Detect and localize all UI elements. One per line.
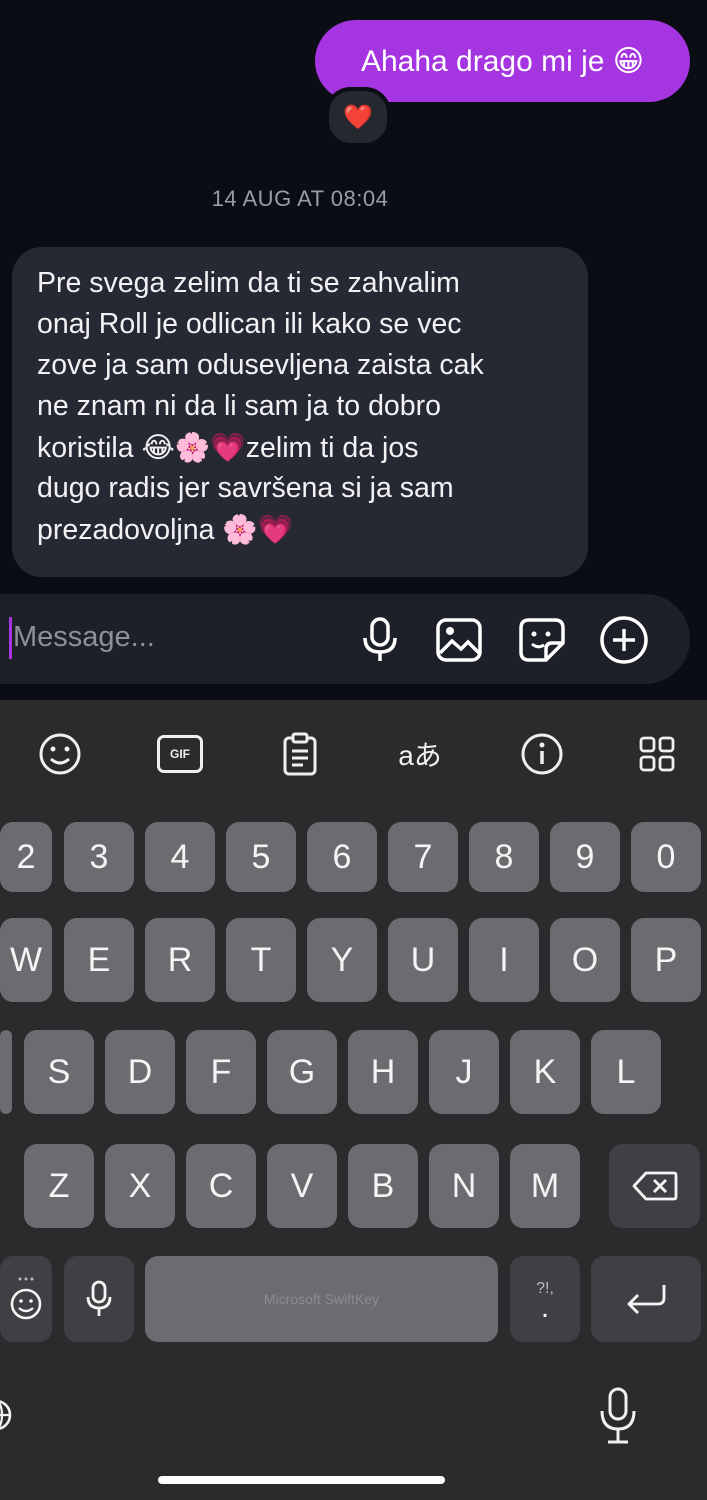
return-key[interactable] — [591, 1256, 701, 1342]
key-m[interactable]: M — [510, 1144, 580, 1228]
info-icon[interactable] — [512, 728, 572, 780]
apps-grid-icon[interactable] — [627, 728, 687, 780]
key-s[interactable]: S — [24, 1030, 94, 1114]
punctuation-key[interactable]: ?!, . — [510, 1256, 580, 1342]
key-l[interactable]: L — [591, 1030, 661, 1114]
key-k[interactable]: K — [510, 1030, 580, 1114]
home-indicator[interactable] — [158, 1476, 445, 1484]
punctuation-key-bottom: . — [540, 1291, 550, 1324]
voice-key[interactable] — [64, 1256, 134, 1342]
message-line: ne znam ni da li sam ja to dobro — [37, 390, 441, 422]
key-a[interactable] — [0, 1030, 12, 1114]
key-y[interactable]: Y — [307, 918, 377, 1002]
key-b[interactable]: B — [348, 1144, 418, 1228]
key-g[interactable]: G — [267, 1030, 337, 1114]
message-line: onaj Roll je odlican ili kako se vec — [37, 308, 462, 340]
key-r[interactable]: R — [145, 918, 215, 1002]
message-line: dugo radis jer savršena si ja sam — [37, 472, 454, 504]
key-8[interactable]: 8 — [469, 822, 539, 892]
space-key[interactable]: Microsoft SwiftKey — [145, 1256, 498, 1342]
globe-icon[interactable] — [0, 1395, 16, 1435]
backspace-icon — [632, 1171, 677, 1201]
emoji-icon[interactable] — [30, 728, 90, 780]
message-line: Pre svega zelim da ti se zahvalim — [37, 267, 460, 299]
key-v[interactable]: V — [267, 1144, 337, 1228]
emoji-key[interactable] — [0, 1256, 52, 1342]
translate-icon[interactable]: aあ — [390, 728, 450, 780]
backspace-key[interactable] — [609, 1144, 700, 1228]
outgoing-message-text: Ahaha drago mi je 😁 — [360, 44, 645, 78]
key-z[interactable]: Z — [24, 1144, 94, 1228]
key-p[interactable]: P — [631, 918, 701, 1002]
microphone-icon — [86, 1280, 112, 1316]
key-5[interactable]: 5 — [226, 822, 296, 892]
key-e[interactable]: E — [64, 918, 134, 1002]
message-line: zove ja sam odusevljena zaista cak — [37, 349, 484, 381]
incoming-message-bubble[interactable]: Pre svega zelim da ti se zahvalim onaj R… — [12, 247, 588, 577]
key-2[interactable]: 2 — [0, 822, 52, 892]
key-t[interactable]: T — [226, 918, 296, 1002]
add-icon[interactable] — [596, 612, 652, 668]
gallery-icon[interactable] — [431, 612, 487, 668]
heart-reaction[interactable]: ❤️ — [325, 87, 391, 147]
key-6[interactable]: 6 — [307, 822, 377, 892]
key-i[interactable]: I — [469, 918, 539, 1002]
text-cursor — [9, 617, 12, 659]
gif-icon[interactable]: GIF — [150, 728, 210, 780]
message-line: koristila 😂🌸💗zelim ti da jos — [37, 432, 419, 464]
key-c[interactable]: C — [186, 1144, 256, 1228]
key-d[interactable]: D — [105, 1030, 175, 1114]
message-line: prezadovoljna 🌸💗 — [37, 514, 294, 546]
heart-icon: ❤️ — [343, 103, 373, 131]
key-j[interactable]: J — [429, 1030, 499, 1114]
key-o[interactable]: O — [550, 918, 620, 1002]
key-3[interactable]: 3 — [64, 822, 134, 892]
key-0[interactable]: 0 — [631, 822, 701, 892]
dictation-microphone-icon[interactable] — [598, 1386, 638, 1446]
key-f[interactable]: F — [186, 1030, 256, 1114]
microphone-icon[interactable] — [352, 612, 408, 668]
sticker-icon[interactable] — [514, 612, 570, 668]
key-x[interactable]: X — [105, 1144, 175, 1228]
space-key-label: Microsoft SwiftKey — [263, 1291, 380, 1307]
key-w[interactable]: W — [0, 918, 52, 1002]
key-9[interactable]: 9 — [550, 822, 620, 892]
emoji-icon — [10, 1277, 42, 1320]
key-h[interactable]: H — [348, 1030, 418, 1114]
key-4[interactable]: 4 — [145, 822, 215, 892]
message-input[interactable]: Message... — [13, 621, 155, 654]
return-icon — [627, 1285, 666, 1314]
message-timestamp: 14 AUG AT 08:04 — [211, 186, 389, 211]
key-n[interactable]: N — [429, 1144, 499, 1228]
clipboard-icon[interactable] — [270, 728, 330, 780]
key-u[interactable]: U — [388, 918, 458, 1002]
key-7[interactable]: 7 — [388, 822, 458, 892]
